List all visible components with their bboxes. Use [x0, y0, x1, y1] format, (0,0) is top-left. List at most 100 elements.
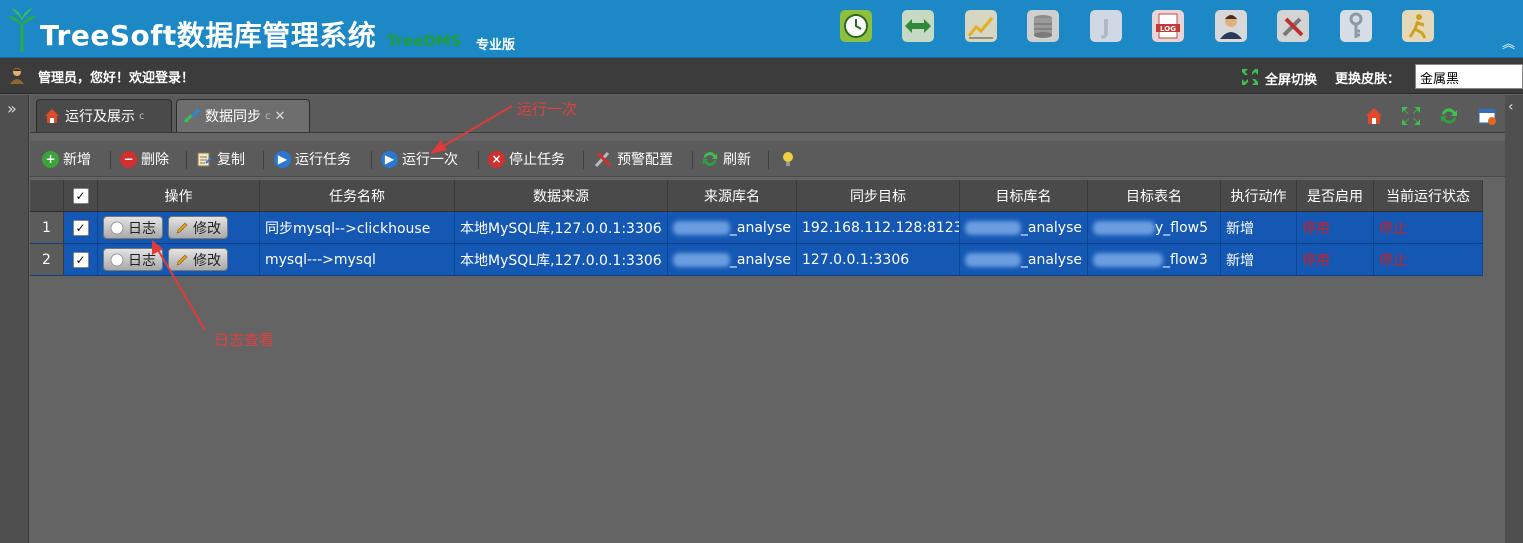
target-db-cell: _analyse — [960, 212, 1088, 243]
fullscreen-icon[interactable] — [1241, 68, 1259, 86]
play-icon: ▶ — [381, 150, 398, 168]
select-all-checkbox[interactable]: ✓ — [72, 187, 89, 204]
refresh-tab-icon[interactable]: c — [139, 111, 145, 122]
sync-target-cell: 192.168.112.128:8123 — [797, 212, 960, 243]
row-check-cell: ✓ — [64, 212, 98, 243]
welcome-text: 管理员，您好！欢迎登录！ — [38, 71, 195, 86]
column-header[interactable]: 操作 — [98, 180, 260, 211]
column-header[interactable]: 来源库名 — [668, 180, 797, 211]
alert-config-button[interactable]: 预警配置 — [593, 148, 673, 170]
annotation-log-view: 日志查看 — [214, 331, 275, 349]
column-header[interactable]: 目标库名 — [960, 180, 1088, 211]
table-row[interactable]: 2 ✓ 日志 修改 mysql--->mysql 本地MySQL库,127.0.… — [30, 244, 1483, 276]
home-icon[interactable] — [1361, 103, 1387, 129]
refresh-tab-icon[interactable]: c — [265, 111, 271, 122]
right-collapse-strip: ‹ — [1505, 95, 1523, 543]
source-db-cell: _analyse — [668, 212, 797, 243]
tools-icon[interactable] — [1275, 8, 1311, 44]
skin-select[interactable]: 金属黑 — [1415, 64, 1523, 89]
app-subtitle: TreeDMS — [387, 32, 462, 50]
column-header[interactable]: 数据来源 — [455, 180, 668, 211]
column-header[interactable]: 同步目标 — [797, 180, 960, 211]
sync-icon — [183, 108, 201, 124]
chart-icon[interactable] — [963, 8, 999, 44]
log-button[interactable]: 日志 — [103, 216, 163, 239]
table-row[interactable]: 1 ✓ 日志 修改 同步mysql-->clickhouse 本地MySQL库,… — [30, 212, 1483, 244]
magnifier-icon — [110, 221, 124, 234]
run-task-button[interactable]: ▶ 运行任务 — [274, 148, 351, 170]
sync-target-cell: 127.0.0.1:3306 — [797, 244, 960, 275]
copy-icon — [197, 152, 212, 166]
tips-button[interactable] — [780, 148, 796, 170]
stop-icon: × — [488, 150, 505, 168]
task-name-cell: 同步mysql-->clickhouse — [260, 212, 455, 243]
row-checkbox[interactable]: ✓ — [72, 219, 89, 236]
j-icon[interactable]: J — [1088, 8, 1124, 44]
grid-header-row: ✓ 操作 任务名称 数据来源 来源库名 同步目标 目标库名 目标表名 执行动作 … — [30, 180, 1483, 212]
pencil-icon — [176, 254, 188, 265]
run-icon[interactable] — [1400, 8, 1436, 44]
minus-icon: − — [120, 150, 137, 168]
pencil-icon — [176, 222, 188, 233]
tab-data-sync[interactable]: 数据同步 c ✕ — [176, 99, 310, 132]
action-toolbar: + 新增 − 删除 复制 ▶ 运行任务 ▶ 运行一次 × 停止任务 预警配置 刷新 — [30, 141, 1505, 177]
target-db-cell: _analyse — [960, 244, 1088, 275]
database-icon[interactable] — [1025, 8, 1061, 44]
clock-icon[interactable] — [838, 8, 874, 44]
row-number: 2 — [30, 244, 64, 275]
copy-button[interactable]: 复制 — [196, 148, 245, 170]
close-tab-icon[interactable]: ✕ — [275, 109, 286, 124]
column-header[interactable]: 执行动作 — [1221, 180, 1297, 211]
column-header[interactable]: 当前运行状态 — [1374, 180, 1483, 211]
column-header[interactable]: 目标表名 — [1088, 180, 1221, 211]
tools-icon — [594, 151, 612, 168]
stop-task-button[interactable]: × 停止任务 — [488, 148, 565, 170]
tab-label: 运行及展示 — [65, 109, 135, 125]
add-button[interactable]: + 新增 — [42, 148, 91, 170]
lightbulb-icon — [783, 152, 793, 166]
svg-text:J: J — [1100, 15, 1109, 39]
operation-cell: 日志 修改 — [98, 244, 260, 275]
user-icon[interactable] — [1213, 8, 1249, 44]
status-cell: 停止 — [1374, 212, 1483, 243]
edit-button[interactable]: 修改 — [168, 216, 228, 239]
arrows-icon[interactable] — [900, 8, 936, 44]
tab-bar: 运行及展示 c 数据同步 c ✕ — [30, 95, 1505, 133]
column-header[interactable]: 任务名称 — [260, 180, 455, 211]
log-icon[interactable]: LOG — [1150, 8, 1186, 44]
column-header[interactable]: 是否启用 — [1297, 180, 1374, 211]
tab-label: 数据同步 — [205, 109, 261, 125]
action-cell: 新增 — [1221, 244, 1297, 275]
magnifier-icon — [110, 253, 124, 266]
key-icon[interactable] — [1338, 8, 1374, 44]
row-number-header — [30, 180, 64, 211]
delete-button[interactable]: − 删除 — [120, 148, 169, 170]
user-bar: 管理员，您好！欢迎登录！ 全屏切换 更换皮肤： 金属黑 — [0, 58, 1523, 94]
task-grid: ✓ 操作 任务名称 数据来源 来源库名 同步目标 目标库名 目标表名 执行动作 … — [30, 180, 1505, 543]
status-cell: 停止 — [1374, 244, 1483, 275]
svg-text:LOG: LOG — [1160, 25, 1176, 33]
data-source-cell: 本地MySQL库,127.0.0.1:3306 — [455, 212, 668, 243]
action-cell: 新增 — [1221, 212, 1297, 243]
collapse-right-icon[interactable]: ‹ — [1508, 99, 1514, 115]
log-button[interactable]: 日志 — [103, 248, 163, 271]
tab-run-display[interactable]: 运行及展示 c — [36, 99, 172, 132]
tree-logo-icon — [8, 8, 36, 52]
collapse-header-icon[interactable]: ︽ — [1502, 38, 1515, 51]
fullscreen-toggle[interactable]: 全屏切换 — [1265, 69, 1317, 88]
app-header: TreeSoft数据库管理系统 TreeDMS 专业版 J LOG ︽ — [0, 0, 1523, 58]
play-icon: ▶ — [274, 150, 291, 168]
row-number: 1 — [30, 212, 64, 243]
edit-button[interactable]: 修改 — [168, 248, 228, 271]
expand-sidebar-icon[interactable]: » — [7, 99, 17, 118]
maximize-icon[interactable] — [1398, 103, 1424, 129]
window-settings-icon[interactable] — [1474, 103, 1500, 129]
refresh-button[interactable]: 刷新 — [701, 148, 751, 170]
data-source-cell: 本地MySQL库,127.0.0.1:3306 — [455, 244, 668, 275]
refresh-icon[interactable] — [1436, 103, 1462, 129]
run-once-button[interactable]: ▶ 运行一次 — [381, 148, 458, 170]
task-name-cell: mysql--->mysql — [260, 244, 455, 275]
app-title: TreeSoft数据库管理系统 — [40, 19, 377, 52]
target-table-cell: _flow3 — [1088, 244, 1221, 275]
row-checkbox[interactable]: ✓ — [72, 251, 89, 268]
